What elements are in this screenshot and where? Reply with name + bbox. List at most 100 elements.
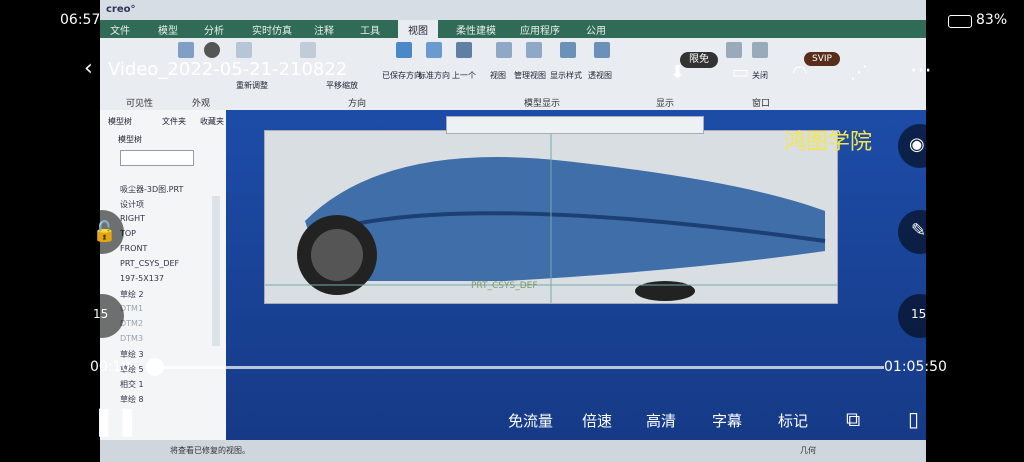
graphics-area[interactable]: PRT_CSYS_DEF xyxy=(226,110,926,440)
screenshot-button[interactable]: ◉ xyxy=(898,124,942,168)
forward-15-icon: 15 xyxy=(911,307,927,321)
model-tree-panel: 模型树 文件夹 收藏夹 模型树 吸尘器-3D图.PRT 设计项 RIGHT TOP FR… xyxy=(100,110,227,440)
perspective-icon[interactable] xyxy=(594,42,610,58)
tree-header: 模型树 xyxy=(118,135,142,144)
perspective-button[interactable]: 透视图 xyxy=(588,70,612,81)
rotate-screen-icon[interactable]: ▯ xyxy=(908,407,919,431)
app-status-bar: 将查看已修复的视图。 几何 xyxy=(100,440,926,462)
share-icon[interactable]: ⋰ xyxy=(850,62,868,83)
manage-views-button[interactable]: 管理视图 xyxy=(514,70,546,81)
tree-item[interactable]: 草绘 2 xyxy=(120,289,144,300)
previous-button[interactable]: 上一个 xyxy=(452,70,476,81)
tab-file[interactable]: 文件 xyxy=(110,22,130,37)
pause-icon[interactable]: ❚❚ xyxy=(92,404,139,437)
manage-views-icon[interactable] xyxy=(526,42,542,58)
filter-selector[interactable]: 几何 xyxy=(800,445,816,456)
tree-tab-model[interactable]: 模型树 xyxy=(108,116,132,127)
progress-thumb[interactable] xyxy=(146,358,164,376)
tree-filter-input[interactable] xyxy=(120,150,194,166)
tab-utilities[interactable]: 公用 xyxy=(586,22,606,37)
refit-icon[interactable] xyxy=(236,42,252,58)
check-icon[interactable] xyxy=(726,42,742,58)
tree-tab-folder[interactable]: 文件夹 xyxy=(162,116,186,127)
bookmark-button[interactable]: 标记 xyxy=(778,410,808,431)
progress-track[interactable] xyxy=(150,366,884,369)
tab-view[interactable]: 视图 xyxy=(398,20,438,40)
view-button[interactable]: 视图 xyxy=(490,70,506,81)
tree-item[interactable]: FRONT xyxy=(120,244,147,253)
tree-item[interactable]: 设计项 xyxy=(120,199,144,210)
rewind-button[interactable]: 15 xyxy=(80,294,124,338)
standard-orientation-button[interactable]: 标准方向 xyxy=(418,70,450,81)
display-style-button[interactable]: 显示样式 xyxy=(550,70,582,81)
ribbon-tabs: 文件 模型 分析 实时仿真 注释 工具 视图 柔性建模 应用程序 公用 xyxy=(100,20,926,40)
back-icon[interactable]: ‹ xyxy=(84,56,93,81)
svip-badge: SVIP xyxy=(804,52,840,66)
quality-button[interactable]: 高清 xyxy=(646,410,676,431)
tab-applications[interactable]: 应用程序 xyxy=(520,22,560,37)
title-bar: creo° xyxy=(100,0,926,20)
data-saver-button[interactable]: 免流量 xyxy=(508,410,553,431)
vacuum-model xyxy=(265,131,837,303)
speed-button[interactable]: 倍速 xyxy=(582,410,612,431)
tree-tab-favorites[interactable]: 收藏夹 xyxy=(200,116,224,127)
previous-icon[interactable] xyxy=(456,42,472,58)
creo-logo: creo° xyxy=(106,4,136,15)
download-icon[interactable]: ⬇ xyxy=(670,62,685,83)
tab-model[interactable]: 模型 xyxy=(158,22,178,37)
tree-item[interactable]: 相交 1 xyxy=(120,379,144,390)
sphere-icon[interactable] xyxy=(204,42,220,58)
saved-orientations-icon[interactable] xyxy=(396,42,412,58)
battery-level: 83% xyxy=(976,12,1008,28)
group-model-display: 模型显示 xyxy=(524,99,561,109)
ribbon: creo° 文件 模型 分析 实时仿真 注释 工具 视图 柔性建模 应用程序 公… xyxy=(100,0,926,110)
group-appearance: 外观 xyxy=(192,99,211,109)
tab-tools[interactable]: 工具 xyxy=(360,22,380,37)
tree-item[interactable]: RIGHT xyxy=(120,214,145,223)
forward-button[interactable]: 15 xyxy=(898,294,942,338)
model-view-frame: PRT_CSYS_DEF xyxy=(264,130,838,304)
video-title: Video_2022-05-21-210822 xyxy=(108,59,348,80)
tab-analysis[interactable]: 分析 xyxy=(204,22,224,37)
appearance-icon[interactable] xyxy=(178,42,194,58)
subtitle-button[interactable]: 字幕 xyxy=(712,410,742,431)
close-window-icon[interactable] xyxy=(752,42,768,58)
watermark: 鸿图学院 xyxy=(784,130,873,155)
tree-item[interactable]: DTM3 xyxy=(120,334,143,343)
limited-free-badge: 限免 xyxy=(680,52,718,68)
rewind-15-icon: 15 xyxy=(93,307,109,321)
tree-scrollbar[interactable] xyxy=(212,196,220,346)
view-manager-icon[interactable] xyxy=(496,42,512,58)
group-visibility: 可见性 xyxy=(126,99,154,109)
battery-icon xyxy=(948,15,972,28)
pin-icon: ✎ xyxy=(911,220,927,241)
zoom-in-icon[interactable] xyxy=(300,42,316,58)
saved-orientations-button[interactable]: 已保存方向 xyxy=(382,70,422,81)
elapsed-time: 00:10 xyxy=(90,359,131,375)
tv-cast-icon[interactable]: ▭ xyxy=(732,62,749,83)
lock-button[interactable]: 🔓 xyxy=(80,210,124,254)
lock-icon: 🔓 xyxy=(92,219,117,243)
group-orientation: 方向 xyxy=(348,99,367,109)
standard-orientation-icon[interactable] xyxy=(426,42,442,58)
more-icon[interactable]: ⋯ xyxy=(910,58,932,83)
group-window: 窗口 xyxy=(752,99,771,109)
headphone-icon[interactable]: ◠ xyxy=(792,62,808,83)
display-style-icon[interactable] xyxy=(560,42,576,58)
clock: 06:57 xyxy=(60,12,101,28)
pin-button[interactable]: ✎ xyxy=(898,210,942,254)
view-toolbar[interactable] xyxy=(446,116,704,134)
close-button[interactable]: 关闭 xyxy=(752,70,768,81)
tree-item[interactable]: 吸尘器-3D图.PRT xyxy=(120,184,183,195)
tree-item[interactable]: PRT_CSYS_DEF xyxy=(120,259,179,268)
pip-icon[interactable]: ⧉ xyxy=(846,407,860,431)
tree-item[interactable]: 197-5X137 xyxy=(120,274,164,283)
tab-flex-modeling[interactable]: 柔性建模 xyxy=(456,22,496,37)
status-message: 将查看已修复的视图。 xyxy=(170,446,250,455)
csys-label: PRT_CSYS_DEF xyxy=(471,281,538,291)
pan-zoom-button[interactable]: 平移缩放 xyxy=(326,80,358,91)
camera-icon: ◉ xyxy=(909,134,925,155)
tab-annotate[interactable]: 注释 xyxy=(314,22,334,37)
tab-simulation[interactable]: 实时仿真 xyxy=(252,22,292,37)
refit-button[interactable]: 重新调整 xyxy=(236,80,268,91)
